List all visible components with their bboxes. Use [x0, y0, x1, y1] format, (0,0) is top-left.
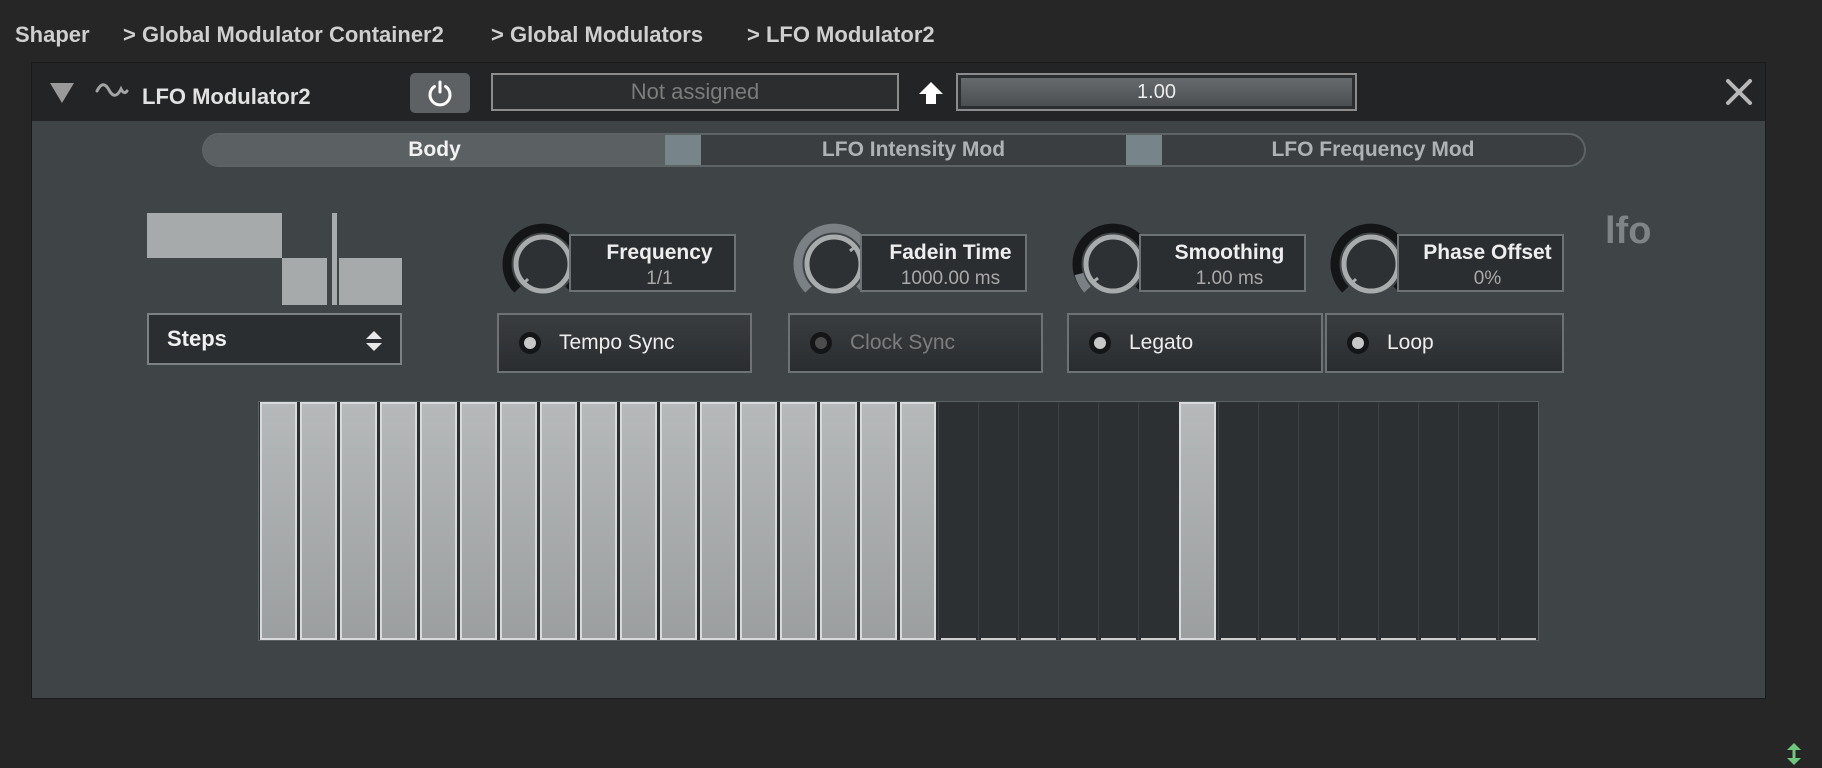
phase-offset-value[interactable]: 0%: [1399, 268, 1562, 290]
frequency-label-box: Frequency 1/1: [569, 234, 736, 292]
tab-lfo-frequency-mod[interactable]: LFO Frequency Mod: [1162, 135, 1584, 165]
sequencer-step[interactable]: [1179, 402, 1217, 640]
sequencer-step[interactable]: [579, 402, 617, 640]
loop-label: Loop: [1387, 331, 1434, 354]
tab-color-swatch: [665, 135, 701, 165]
frequency-value[interactable]: 1/1: [571, 268, 734, 290]
sequencer-step[interactable]: [459, 402, 497, 640]
sequencer-step[interactable]: [1498, 402, 1538, 640]
frequency-title: Frequency: [606, 241, 713, 264]
smoothing-title: Smoothing: [1174, 241, 1285, 264]
smoothing-value[interactable]: 1.00 ms: [1141, 268, 1304, 290]
legato-label: Legato: [1129, 331, 1194, 354]
module-name: LFO Modulator2: [142, 84, 311, 109]
power-icon: [428, 80, 452, 107]
sequencer-step[interactable]: [779, 402, 817, 640]
dropdown-arrows-icon: [366, 331, 382, 351]
tab-body[interactable]: Body: [204, 135, 665, 165]
phase-offset-title: Phase Offset: [1423, 241, 1552, 264]
breadcrumb-item-global-modulators[interactable]: > Global Modulators: [491, 22, 703, 48]
tab-color-swatch: [1126, 135, 1162, 165]
sequencer-step[interactable]: [379, 402, 417, 640]
resize-handle-icon[interactable]: [1786, 742, 1802, 766]
intensity-value: 1.00: [961, 78, 1352, 106]
fadein-time-title: Fadein Time: [889, 241, 1012, 264]
tab-bar: Body LFO Intensity Mod LFO Frequency Mod: [202, 133, 1586, 167]
module-header: LFO Modulator2 Not assigned 1.00: [32, 63, 1765, 121]
phase-offset-label-box: Phase Offset 0%: [1397, 234, 1564, 292]
lfo-watermark: lfo: [1605, 210, 1652, 252]
breadcrumb-item-lfo-modulator[interactable]: > LFO Modulator2: [747, 22, 935, 48]
sequencer-step[interactable]: [1258, 402, 1298, 640]
sequencer-step[interactable]: [1018, 402, 1058, 640]
sequencer-step[interactable]: [1218, 402, 1258, 640]
clock-sync-label: Clock Sync: [850, 331, 956, 354]
sequencer-step[interactable]: [339, 402, 377, 640]
sequencer-step[interactable]: [1098, 402, 1138, 640]
bypass-power-button[interactable]: [410, 73, 470, 113]
sequencer-step[interactable]: [619, 402, 657, 640]
sequencer-step[interactable]: [499, 402, 537, 640]
sequencer-step[interactable]: [1138, 402, 1178, 640]
sequencer-step[interactable]: [659, 402, 697, 640]
smoothing-label-box: Smoothing 1.00 ms: [1139, 234, 1306, 292]
clock-sync-toggle[interactable]: Clock Sync: [788, 313, 1043, 373]
tempo-sync-led-icon: [519, 332, 541, 354]
sequencer-step[interactable]: [739, 402, 777, 640]
sequencer-step[interactable]: [1338, 402, 1378, 640]
waveform-preview: [147, 213, 402, 305]
sequencer-step[interactable]: [260, 402, 297, 640]
sequencer-step[interactable]: [299, 402, 337, 640]
breadcrumb-item-shaper[interactable]: Shaper: [15, 22, 90, 48]
waveform-select-value: Steps: [167, 326, 227, 351]
intensity-value-slider[interactable]: 1.00: [956, 73, 1357, 111]
loop-toggle[interactable]: Loop: [1325, 313, 1564, 373]
sequencer-step[interactable]: [539, 402, 577, 640]
sequencer-step[interactable]: [899, 402, 937, 640]
tab-lfo-intensity-mod[interactable]: LFO Intensity Mod: [701, 135, 1126, 165]
sequencer-step[interactable]: [1378, 402, 1418, 640]
lfo-modulator-panel: LFO Modulator2 Not assigned 1.00 Body LF…: [31, 62, 1766, 699]
tempo-sync-toggle[interactable]: Tempo Sync: [497, 313, 752, 373]
assignment-field[interactable]: Not assigned: [491, 73, 899, 111]
sequencer-step[interactable]: [938, 402, 978, 640]
sequencer-step[interactable]: [1458, 402, 1498, 640]
arrow-up-icon[interactable]: [917, 80, 945, 106]
sequencer-step[interactable]: [978, 402, 1018, 640]
breadcrumb-item-global-modulator-container[interactable]: > Global Modulator Container2: [123, 22, 444, 48]
legato-toggle[interactable]: Legato: [1067, 313, 1323, 373]
loop-led-icon: [1347, 332, 1369, 354]
sequencer-step[interactable]: [699, 402, 737, 640]
sequencer-step[interactable]: [1058, 402, 1098, 640]
lfo-wave-icon: [95, 83, 129, 97]
step-sequencer[interactable]: [258, 401, 1539, 641]
sequencer-step[interactable]: [859, 402, 897, 640]
waveform-select[interactable]: Steps: [147, 313, 402, 365]
sequencer-step[interactable]: [419, 402, 457, 640]
sequencer-step[interactable]: [1418, 402, 1458, 640]
fadein-time-value[interactable]: 1000.00 ms: [862, 268, 1025, 290]
legato-led-icon: [1089, 332, 1111, 354]
tempo-sync-label: Tempo Sync: [559, 331, 675, 354]
sequencer-step[interactable]: [819, 402, 857, 640]
clock-sync-led-icon: [810, 332, 832, 354]
close-icon[interactable]: [1722, 75, 1756, 109]
fadein-time-label-box: Fadein Time 1000.00 ms: [860, 234, 1027, 292]
sequencer-step[interactable]: [1298, 402, 1338, 640]
collapse-triangle-icon[interactable]: [50, 83, 74, 103]
